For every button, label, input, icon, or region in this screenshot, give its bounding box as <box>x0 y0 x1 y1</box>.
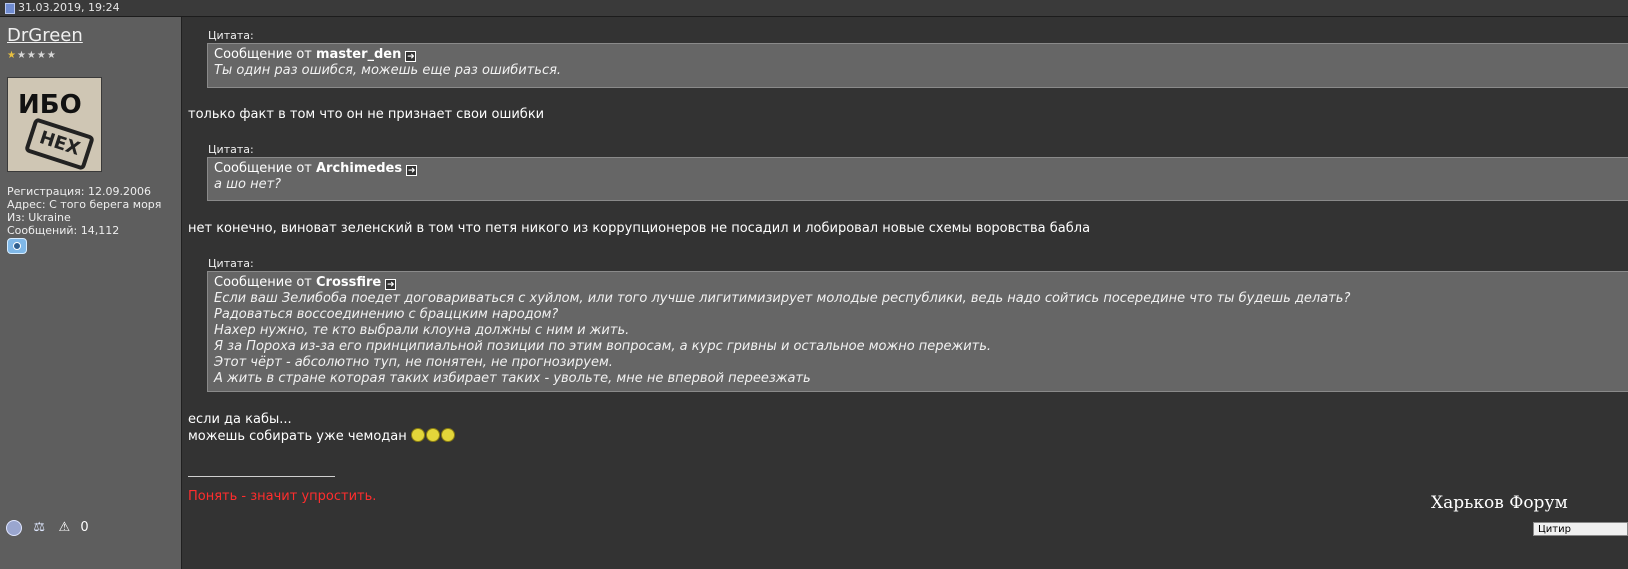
username-link[interactable]: DrGreen <box>7 25 83 46</box>
post-header-bar: 31.03.2019, 19:24 <box>0 0 1628 17</box>
smiley-icon <box>440 428 455 442</box>
quote-line: а шо нет? <box>214 177 282 192</box>
camera-icon[interactable] <box>7 238 27 254</box>
post-date: 31.03.2019, 19:24 <box>18 1 120 14</box>
quote-label: Цитата: <box>208 257 254 270</box>
star-on-icon: ★ <box>7 50 17 61</box>
reply-text: если да кабы... <box>188 412 292 427</box>
scales-icon[interactable]: ⚖ <box>30 520 48 536</box>
quote-line: Радоваться воссоединению с браццким наро… <box>214 307 559 322</box>
warning-count: 0 <box>80 520 89 535</box>
signature: Понять - значит упростить. <box>188 489 377 504</box>
quote-author: master_den <box>316 47 402 62</box>
user-from: Из: Ukraine <box>7 211 71 224</box>
signature-divider <box>188 476 335 477</box>
user-sidebar: DrGreen ★★★★★ ИБО НЕХ Регистрация: 12.09… <box>0 17 182 569</box>
quote-head: Сообщение от Crossfire ➜ <box>214 275 1622 291</box>
quote-line: Ты один раз ошибся, можешь еще раз ошиби… <box>214 63 562 78</box>
smiley-icon <box>410 428 425 442</box>
quote-head: Сообщение от master_den ➜ <box>214 47 1622 63</box>
quote-label: Цитата: <box>208 29 254 42</box>
user-registration: Регистрация: 12.09.2006 <box>7 185 151 198</box>
quote-label: Цитата: <box>208 143 254 156</box>
reply-text: нет конечно, виноват зеленский в том что… <box>188 221 1091 236</box>
smiley-icon <box>425 428 440 442</box>
quote-author: Archimedes <box>316 161 403 176</box>
user-posts: Сообщений: 14,112 <box>7 224 120 237</box>
quote-line: Этот чёрт - абсолютно туп, не понятен, н… <box>214 355 613 370</box>
view-post-icon[interactable]: ➜ <box>385 279 397 290</box>
quote-prefix: Сообщение от <box>214 161 312 176</box>
user-info: Регистрация: 12.09.2006 Адрес: С того бе… <box>7 185 161 237</box>
quote-box: Сообщение от Crossfire ➜ Если ваш Зелибоб… <box>207 271 1628 392</box>
avatar-text-stamp: НЕХ <box>23 117 96 171</box>
quote-head: Сообщение от Archimedes ➜ <box>214 161 1622 177</box>
reply-text: только факт в том что он не признает сво… <box>188 107 545 122</box>
quote-line: А жить в стране которая таких избирает т… <box>214 371 811 386</box>
quote-box: Сообщение от master_den ➜ Ты один раз оши… <box>207 43 1628 88</box>
star-off-icon: ★★★★ <box>16 50 57 61</box>
warning-icon[interactable]: ⚠ <box>56 520 72 536</box>
view-post-icon[interactable]: ➜ <box>405 51 417 62</box>
quote-box: Сообщение от Archimedes ➜ а шо нет? <box>207 157 1628 201</box>
view-post-icon[interactable]: ➜ <box>406 165 418 176</box>
quote-line: Я за Пороха из-за его принципиальной поз… <box>214 339 992 354</box>
post-icon <box>5 3 15 14</box>
post-body: Цитата: Сообщение от master_den ➜ Ты один… <box>182 17 1628 569</box>
quote-button[interactable]: Цитир <box>1533 522 1628 536</box>
forum-logo: Харьков Форум <box>1431 493 1568 513</box>
quote-line: Нахер нужно, те кто выбрали клоуна должн… <box>214 323 630 338</box>
online-status-icon[interactable] <box>6 520 22 536</box>
avatar-text-top: ИБО <box>18 90 82 120</box>
user-actions: ⚖ ⚠ 0 <box>6 520 93 538</box>
quote-author: Crossfire <box>316 275 382 290</box>
quote-prefix: Сообщение от <box>214 275 312 290</box>
user-address: Адрес: С того берега моря <box>7 198 162 211</box>
reply-text: можешь собирать уже чемодан <box>188 429 407 444</box>
quote-prefix: Сообщение от <box>214 47 312 62</box>
avatar[interactable]: ИБО НЕХ <box>7 77 102 172</box>
reply-text-with-smileys: можешь собирать уже чемодан <box>188 428 456 444</box>
reputation-stars: ★★★★★ <box>7 50 57 61</box>
quote-line: Если ваш Зелибоба поедет договариваться … <box>214 291 1351 306</box>
